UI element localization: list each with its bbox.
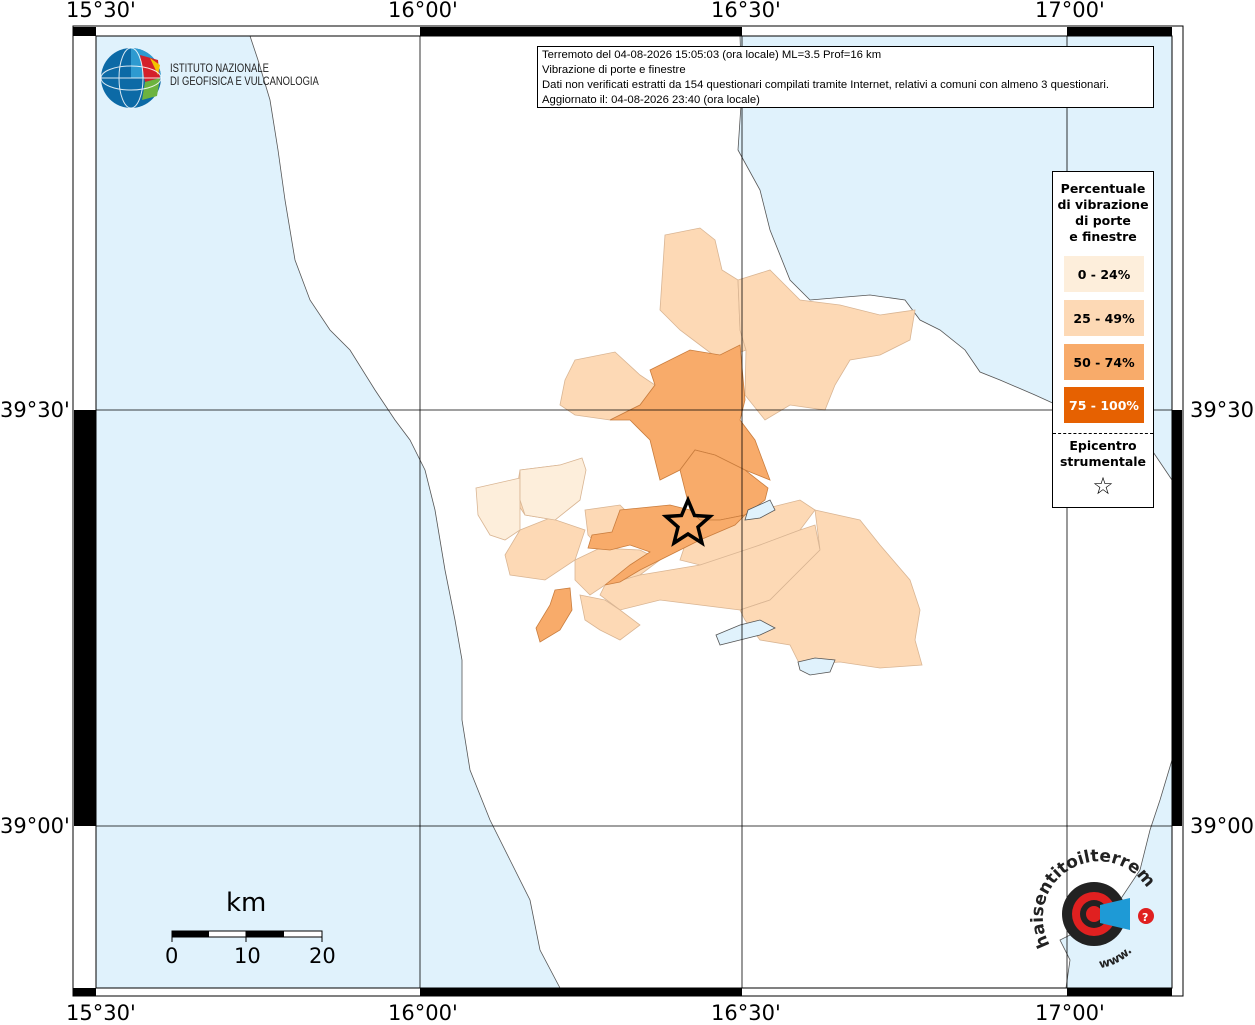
legend-title-line: di vibrazione [1057, 197, 1149, 212]
scale-tick-label: 0 [165, 944, 179, 968]
legend-title-line: Percentuale [1060, 181, 1146, 196]
legend-divider [1053, 433, 1153, 434]
lon-label-bottom: 17°00' [1035, 1001, 1105, 1025]
lat-label-right: 39°00' [1190, 814, 1255, 838]
svg-text:?: ? [1142, 911, 1148, 924]
lat-label-left: 39°30' [0, 398, 70, 422]
legend-star-icon: ☆ [1092, 472, 1114, 500]
lon-label-bottom: 16°30' [711, 1001, 781, 1025]
lat-label-right: 39°30' [1190, 398, 1255, 422]
legend-class-75-100: 75 - 100% [1064, 387, 1144, 423]
legend-epicenter-line: Epicentro [1069, 438, 1137, 453]
event-info-line: Aggiornato il: 04-08-2026 23:40 (ora loc… [542, 94, 760, 106]
lon-label-top: 15°30' [66, 0, 136, 22]
legend-class-0-24: 0 - 24% [1064, 256, 1144, 292]
lon-label-bottom: 15°30' [66, 1001, 136, 1025]
ingv-logo-icon [100, 47, 162, 109]
legend-title-line: di porte [1075, 213, 1131, 228]
event-info-line: Terremoto del 04-08-2026 15:05:03 (ora l… [542, 49, 882, 61]
legend-title-line: e finestre [1069, 229, 1137, 244]
legend-class-25-49: 25 - 49% [1064, 300, 1144, 336]
ingv-logo-line: ISTITUTO NAZIONALE [170, 63, 269, 75]
event-info-line: Dati non verificati estratti da 154 ques… [542, 79, 1110, 91]
legend-class-50-74: 50 - 74% [1064, 344, 1144, 380]
lat-label-left: 39°00' [0, 814, 70, 838]
lon-label-top: 17°00' [1035, 0, 1105, 22]
scale-tick-label: 20 [309, 944, 336, 968]
legend-epicenter-line: strumentale [1059, 454, 1147, 469]
scale-tick-label: 10 [234, 944, 261, 968]
legend-epicenter-label: Epicentro strumentale [1053, 438, 1153, 470]
map-canvas: ? haisentitoilterremoto.it www. [0, 0, 1184, 997]
legend-title: Percentuale di vibrazione di porte e fin… [1053, 172, 1153, 245]
ingv-logo-text: ISTITUTO NAZIONALE DI GEOFISICA E VULCAN… [170, 63, 319, 89]
lon-label-top: 16°00' [388, 0, 458, 22]
legend: Percentuale di vibrazione di porte e fin… [1052, 171, 1154, 508]
lon-label-top: 16°30' [711, 0, 781, 22]
event-info-box: Terremoto del 04-08-2026 15:05:03 (ora l… [537, 46, 1154, 108]
lon-label-bottom: 16°00' [388, 1001, 458, 1025]
ingv-logo-line: DI GEOFISICA E VULCANOLOGIA [170, 76, 319, 88]
event-info-line: Vibrazione di porte e finestre [542, 64, 686, 76]
scale-unit-label: km [226, 888, 267, 918]
